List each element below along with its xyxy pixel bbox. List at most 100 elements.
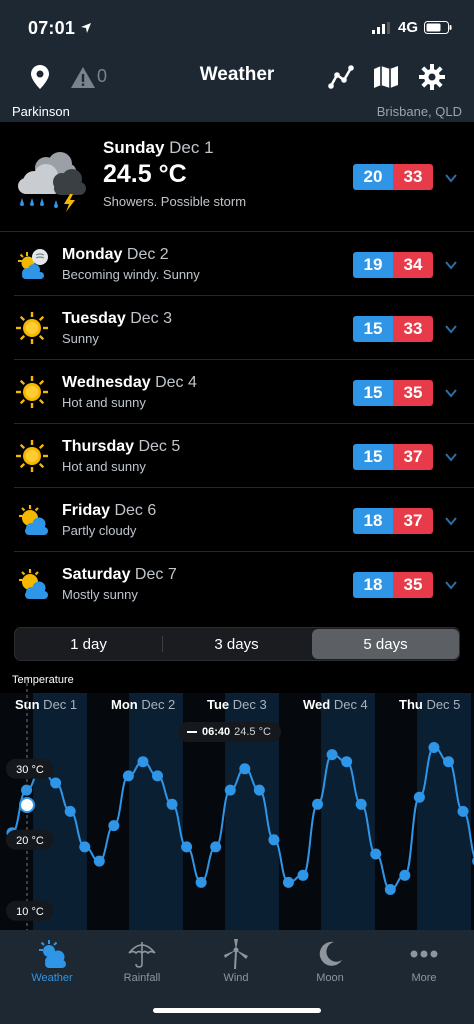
forecast-description: Becoming windy. Sunny — [62, 267, 200, 282]
current-value-marker[interactable] — [19, 797, 35, 813]
wind-turbine-icon — [224, 939, 248, 970]
tab-label: Weather — [31, 972, 73, 984]
chevron-down-icon[interactable] — [444, 386, 458, 400]
map-icon[interactable] — [371, 62, 401, 92]
daylight-band — [129, 693, 183, 930]
tab-weather[interactable]: Weather — [5, 936, 99, 992]
tab-5-days[interactable]: 5 days — [312, 629, 459, 659]
temperature-point — [79, 841, 91, 853]
temperature-point — [64, 805, 76, 817]
day-axis-label: Wed Dec 4 — [303, 697, 368, 712]
temperature-point — [239, 763, 251, 775]
temperature-point — [384, 884, 396, 895]
min-temp: 19 — [353, 252, 393, 278]
temperature-point — [108, 820, 120, 832]
sun-icon — [16, 312, 48, 344]
range-segmented-control: 1 day 3 days 5 days — [14, 627, 460, 661]
temperature-point — [326, 749, 338, 761]
y-axis-tick: 30 °C — [6, 758, 54, 779]
chart-title: Temperature — [12, 674, 74, 686]
tab-label: Rainfall — [123, 972, 161, 984]
tab-label: More — [411, 972, 437, 984]
partly-cloudy-icon — [19, 505, 48, 535]
tab-label: Wind — [223, 972, 249, 984]
max-temp: 33 — [393, 316, 433, 342]
temp-range-badge: 18 37 — [353, 508, 433, 534]
chevron-down-icon[interactable] — [444, 322, 458, 336]
min-temp: 18 — [353, 572, 393, 598]
suburb-name: Parkinson — [12, 104, 70, 119]
forecast-row[interactable]: Tuesday Dec 3 Sunny 15 33 — [14, 296, 474, 360]
forecast-day: Friday Dec 6 — [62, 502, 157, 519]
weather-icon — [39, 940, 66, 968]
y-axis-tick: 10 °C — [6, 900, 54, 921]
temperature-point — [268, 834, 280, 846]
max-temp: 35 — [393, 380, 433, 406]
temperature-point — [443, 756, 454, 768]
temperature-point — [457, 805, 469, 817]
forecast-row[interactable]: Monday Dec 2 Becoming windy. Sunny 19 34 — [14, 232, 474, 296]
forecast-day: Saturday Dec 7 — [62, 566, 177, 583]
signal-icon — [371, 21, 390, 34]
forecast-row[interactable]: Saturday Dec 7 Mostly sunny 18 35 — [14, 552, 474, 616]
chevron-down-icon[interactable] — [444, 171, 458, 185]
gear-icon[interactable] — [417, 62, 447, 92]
temperature-point — [370, 848, 382, 860]
daylight-band — [321, 693, 375, 930]
min-temp: 18 — [353, 508, 393, 534]
chevron-down-icon[interactable] — [444, 578, 458, 592]
tab-rainfall[interactable]: Rainfall — [95, 936, 189, 992]
forecast-description: Mostly sunny — [62, 587, 138, 602]
temp-range-badge: 15 37 — [353, 444, 433, 470]
tooltip-time: 06:40 — [202, 726, 231, 738]
forecast-row[interactable]: Thursday Dec 5 Hot and sunny 15 37 — [14, 424, 474, 488]
temp-range-badge: 19 34 — [353, 252, 433, 278]
status-time: 07:01 — [28, 18, 92, 39]
forecast-description: Hot and sunny — [62, 459, 146, 474]
forecast-row[interactable]: Friday Dec 6 Partly cloudy 18 37 — [14, 488, 474, 552]
temperature-point — [399, 869, 411, 881]
today-card[interactable]: Sunday Dec 1 24.5 °C Showers. Possible s… — [0, 122, 474, 232]
today-description: Showers. Possible storm — [103, 194, 247, 209]
temperature-point — [224, 784, 236, 796]
chevron-down-icon[interactable] — [444, 514, 458, 528]
temperature-point — [428, 742, 440, 753]
current-temperature: 24.5 °C — [103, 160, 187, 188]
temperature-point — [253, 784, 265, 796]
tab-3-days[interactable]: 3 days — [163, 629, 310, 659]
y-axis-tick: 20 °C — [6, 829, 54, 850]
temp-range-badge: 15 35 — [353, 380, 433, 406]
temperature-chart[interactable]: Sun Dec 1 Mon Dec 2 Tue Dec 3 Wed Dec 4 Thu … — [0, 667, 474, 930]
temp-range-badge: 18 35 — [353, 572, 433, 598]
daylight-band — [33, 693, 87, 930]
forecast-row[interactable]: Wednesday Dec 4 Hot and sunny 15 35 — [14, 360, 474, 424]
temperature-point — [297, 869, 309, 881]
max-temp: 33 — [393, 164, 433, 190]
temp-range-badge: 15 33 — [353, 316, 433, 342]
min-temp: 15 — [353, 444, 393, 470]
tab-moon[interactable]: Moon — [283, 936, 377, 992]
moon-icon — [319, 941, 342, 966]
forecast-description: Partly cloudy — [62, 523, 137, 538]
tab-more[interactable]: More — [377, 936, 471, 992]
temp-range-badge: 20 33 — [353, 164, 433, 190]
day-axis-label: Thu Dec 5 — [399, 697, 460, 712]
temperature-point — [152, 770, 163, 782]
home-indicator — [153, 1008, 321, 1013]
tab-1-day[interactable]: 1 day — [15, 629, 162, 659]
chevron-down-icon[interactable] — [444, 450, 458, 464]
forecast-day: Wednesday Dec 4 — [62, 374, 197, 391]
chevron-down-icon[interactable] — [444, 258, 458, 272]
temperature-point — [166, 798, 178, 810]
more-icon — [410, 950, 438, 958]
temperature-point — [93, 855, 105, 867]
max-temp: 37 — [393, 444, 433, 470]
tab-wind[interactable]: Wind — [189, 936, 283, 992]
tab-label: Moon — [316, 972, 344, 984]
location-arrow-icon — [81, 23, 92, 33]
battery-icon — [424, 21, 452, 34]
day-axis-label: Mon Dec 2 — [111, 697, 175, 712]
sun-icon — [16, 440, 48, 472]
graph-icon[interactable] — [326, 62, 356, 92]
temperature-point — [137, 756, 149, 768]
